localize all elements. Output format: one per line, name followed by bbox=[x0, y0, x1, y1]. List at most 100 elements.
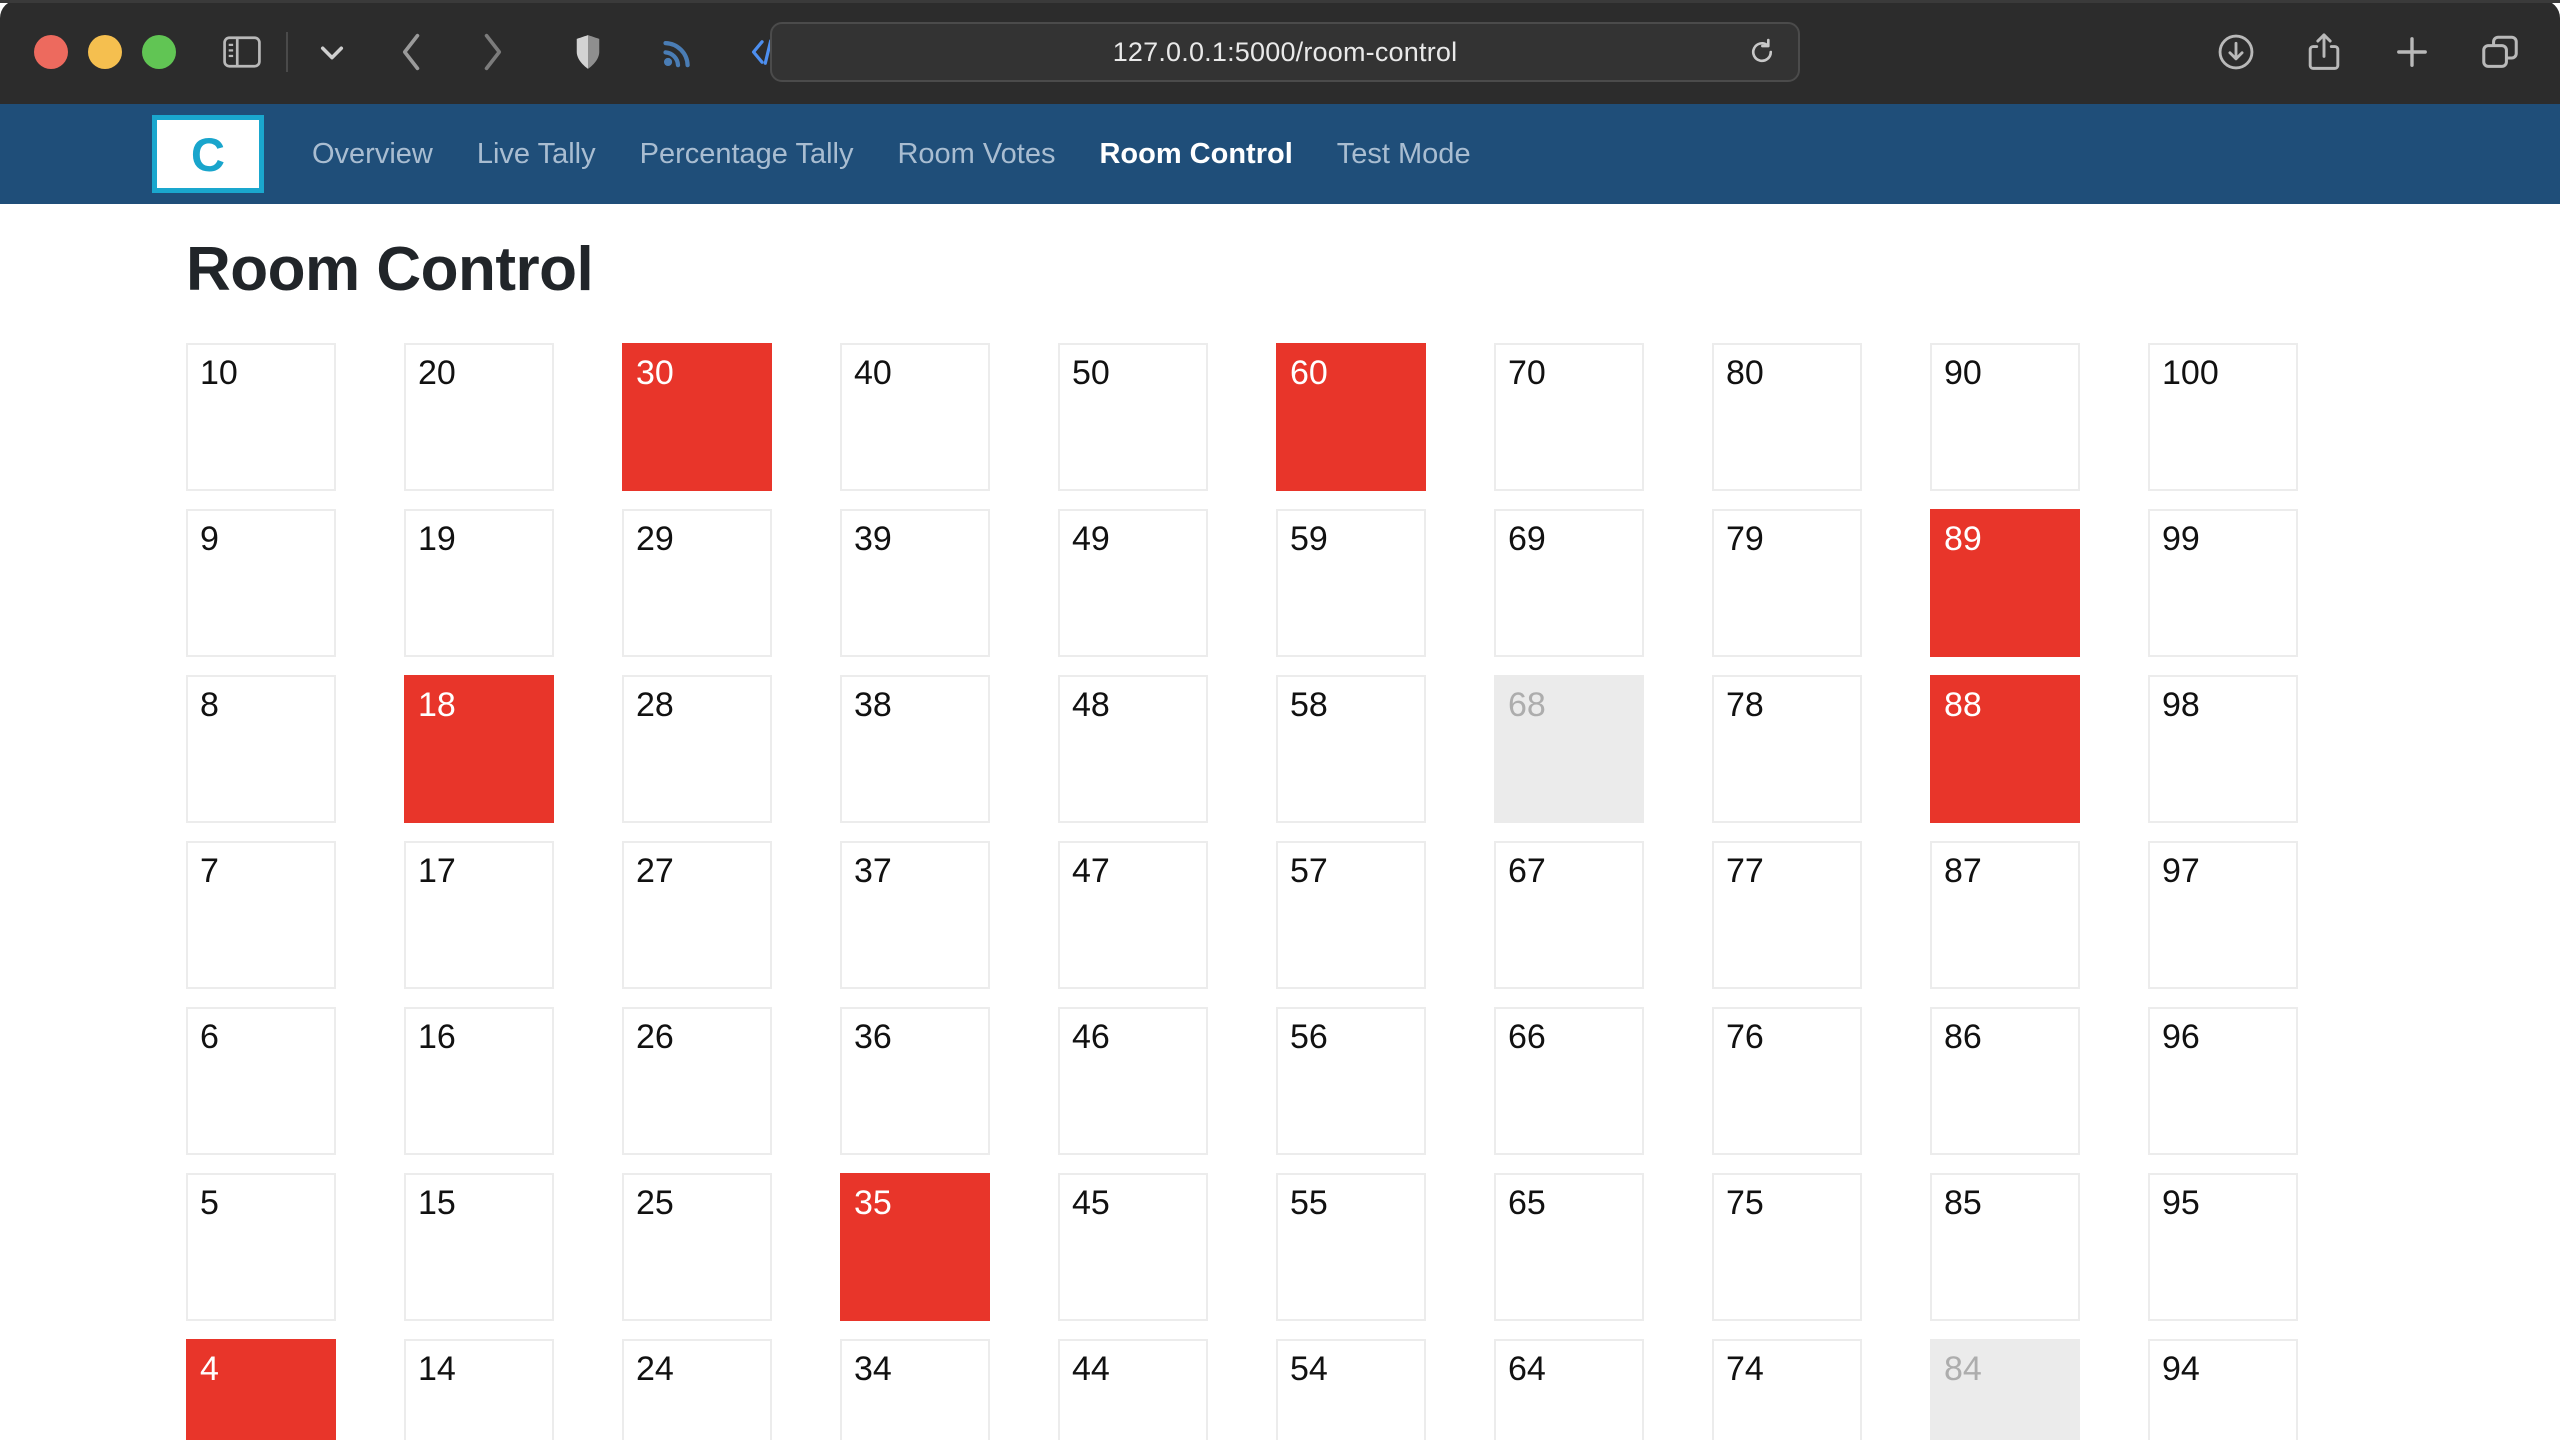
room-cell-7[interactable]: 7 bbox=[186, 841, 336, 989]
room-cell-85[interactable]: 85 bbox=[1930, 1173, 2080, 1321]
share-icon[interactable] bbox=[2298, 22, 2350, 82]
room-cell-58[interactable]: 58 bbox=[1276, 675, 1426, 823]
room-cell-96[interactable]: 96 bbox=[2148, 1007, 2298, 1155]
minimize-window-button[interactable] bbox=[88, 35, 122, 69]
sidebar-toggle-icon[interactable] bbox=[216, 22, 268, 82]
room-cell-30[interactable]: 30 bbox=[622, 343, 772, 491]
room-cell-17[interactable]: 17 bbox=[404, 841, 554, 989]
nav-link-room-control[interactable]: Room Control bbox=[1099, 138, 1292, 171]
room-cell-29[interactable]: 29 bbox=[622, 509, 772, 657]
room-cell-66[interactable]: 66 bbox=[1494, 1007, 1644, 1155]
room-cell-35[interactable]: 35 bbox=[840, 1173, 990, 1321]
room-cell-78[interactable]: 78 bbox=[1712, 675, 1862, 823]
room-cell-86[interactable]: 86 bbox=[1930, 1007, 2080, 1155]
room-cell-28[interactable]: 28 bbox=[622, 675, 772, 823]
page-title: Room Control bbox=[186, 235, 594, 304]
room-cell-84: 84 bbox=[1930, 1339, 2080, 1440]
nav-link-percentage-tally[interactable]: Percentage Tally bbox=[640, 138, 854, 171]
room-cell-74[interactable]: 74 bbox=[1712, 1339, 1862, 1440]
window-traffic-lights bbox=[34, 35, 176, 69]
room-cell-18[interactable]: 18 bbox=[404, 675, 554, 823]
room-cell-65[interactable]: 65 bbox=[1494, 1173, 1644, 1321]
room-cell-4[interactable]: 4 bbox=[186, 1339, 336, 1440]
room-cell-60[interactable]: 60 bbox=[1276, 343, 1426, 491]
room-cell-24[interactable]: 24 bbox=[622, 1339, 772, 1440]
room-cell-70[interactable]: 70 bbox=[1494, 343, 1644, 491]
reload-icon[interactable] bbox=[1748, 38, 1776, 66]
browser-titlebar: 127.0.0.1:5000/room-control bbox=[0, 0, 2560, 104]
forward-icon[interactable] bbox=[466, 22, 518, 82]
room-cell-27[interactable]: 27 bbox=[622, 841, 772, 989]
room-cell-57[interactable]: 57 bbox=[1276, 841, 1426, 989]
room-cell-68: 68 bbox=[1494, 675, 1644, 823]
room-cell-34[interactable]: 34 bbox=[840, 1339, 990, 1440]
nav-links: Overview Live Tally Percentage Tally Roo… bbox=[312, 138, 1471, 171]
room-cell-56[interactable]: 56 bbox=[1276, 1007, 1426, 1155]
downloads-icon[interactable] bbox=[2210, 22, 2262, 82]
room-cell-94[interactable]: 94 bbox=[2148, 1339, 2298, 1440]
room-cell-26[interactable]: 26 bbox=[622, 1007, 772, 1155]
room-cell-47[interactable]: 47 bbox=[1058, 841, 1208, 989]
room-cell-76[interactable]: 76 bbox=[1712, 1007, 1862, 1155]
room-cell-40[interactable]: 40 bbox=[840, 343, 990, 491]
nav-link-live-tally[interactable]: Live Tally bbox=[477, 138, 596, 171]
room-cell-55[interactable]: 55 bbox=[1276, 1173, 1426, 1321]
room-cell-54[interactable]: 54 bbox=[1276, 1339, 1426, 1440]
room-cell-48[interactable]: 48 bbox=[1058, 675, 1208, 823]
room-cell-38[interactable]: 38 bbox=[840, 675, 990, 823]
room-cell-80[interactable]: 80 bbox=[1712, 343, 1862, 491]
room-cell-9[interactable]: 9 bbox=[186, 509, 336, 657]
url-text: 127.0.0.1:5000/room-control bbox=[1112, 36, 1458, 67]
room-cell-20[interactable]: 20 bbox=[404, 343, 554, 491]
room-cell-44[interactable]: 44 bbox=[1058, 1339, 1208, 1440]
nav-link-overview[interactable]: Overview bbox=[312, 138, 433, 171]
room-cell-46[interactable]: 46 bbox=[1058, 1007, 1208, 1155]
room-cell-97[interactable]: 97 bbox=[2148, 841, 2298, 989]
address-bar[interactable]: 127.0.0.1:5000/room-control bbox=[770, 22, 1800, 82]
room-cell-49[interactable]: 49 bbox=[1058, 509, 1208, 657]
nav-link-room-votes[interactable]: Room Votes bbox=[897, 138, 1055, 171]
room-cell-25[interactable]: 25 bbox=[622, 1173, 772, 1321]
room-cell-75[interactable]: 75 bbox=[1712, 1173, 1862, 1321]
room-cell-59[interactable]: 59 bbox=[1276, 509, 1426, 657]
nav-link-test-mode[interactable]: Test Mode bbox=[1337, 138, 1471, 171]
page-content: Room Control 10 20 30 40 50 60 70 80 90 100 9 19 29 3… bbox=[0, 204, 2560, 1440]
room-cell-87[interactable]: 87 bbox=[1930, 841, 2080, 989]
room-cell-14[interactable]: 14 bbox=[404, 1339, 554, 1440]
room-cell-79[interactable]: 79 bbox=[1712, 509, 1862, 657]
room-cell-95[interactable]: 95 bbox=[2148, 1173, 2298, 1321]
room-cell-89[interactable]: 89 bbox=[1930, 509, 2080, 657]
room-cell-98[interactable]: 98 bbox=[2148, 675, 2298, 823]
room-cell-15[interactable]: 15 bbox=[404, 1173, 554, 1321]
close-window-button[interactable] bbox=[34, 35, 68, 69]
shield-privacy-icon[interactable] bbox=[562, 22, 614, 82]
new-tab-plus-icon[interactable] bbox=[2386, 22, 2438, 82]
room-cell-36[interactable]: 36 bbox=[840, 1007, 990, 1155]
sidebar-options-chevron-down-icon[interactable] bbox=[306, 22, 358, 82]
room-cell-69[interactable]: 69 bbox=[1494, 509, 1644, 657]
back-icon[interactable] bbox=[386, 22, 438, 82]
maximize-window-button[interactable] bbox=[142, 35, 176, 69]
tab-overview-icon[interactable] bbox=[2474, 22, 2526, 82]
room-cell-50[interactable]: 50 bbox=[1058, 343, 1208, 491]
room-cell-64[interactable]: 64 bbox=[1494, 1339, 1644, 1440]
room-cell-100[interactable]: 100 bbox=[2148, 343, 2298, 491]
room-cell-10[interactable]: 10 bbox=[186, 343, 336, 491]
rss-feed-icon[interactable] bbox=[652, 22, 704, 82]
app-navbar: C Overview Live Tally Percentage Tally R… bbox=[0, 104, 2560, 204]
room-cell-5[interactable]: 5 bbox=[186, 1173, 336, 1321]
room-cell-90[interactable]: 90 bbox=[1930, 343, 2080, 491]
room-cell-88[interactable]: 88 bbox=[1930, 675, 2080, 823]
room-cell-77[interactable]: 77 bbox=[1712, 841, 1862, 989]
brand-logo[interactable]: C bbox=[152, 115, 264, 193]
room-cell-6[interactable]: 6 bbox=[186, 1007, 336, 1155]
toolbar-right-group bbox=[2210, 22, 2526, 82]
room-cell-8[interactable]: 8 bbox=[186, 675, 336, 823]
room-cell-16[interactable]: 16 bbox=[404, 1007, 554, 1155]
room-cell-39[interactable]: 39 bbox=[840, 509, 990, 657]
room-cell-45[interactable]: 45 bbox=[1058, 1173, 1208, 1321]
room-cell-99[interactable]: 99 bbox=[2148, 509, 2298, 657]
room-cell-37[interactable]: 37 bbox=[840, 841, 990, 989]
room-cell-67[interactable]: 67 bbox=[1494, 841, 1644, 989]
room-cell-19[interactable]: 19 bbox=[404, 509, 554, 657]
